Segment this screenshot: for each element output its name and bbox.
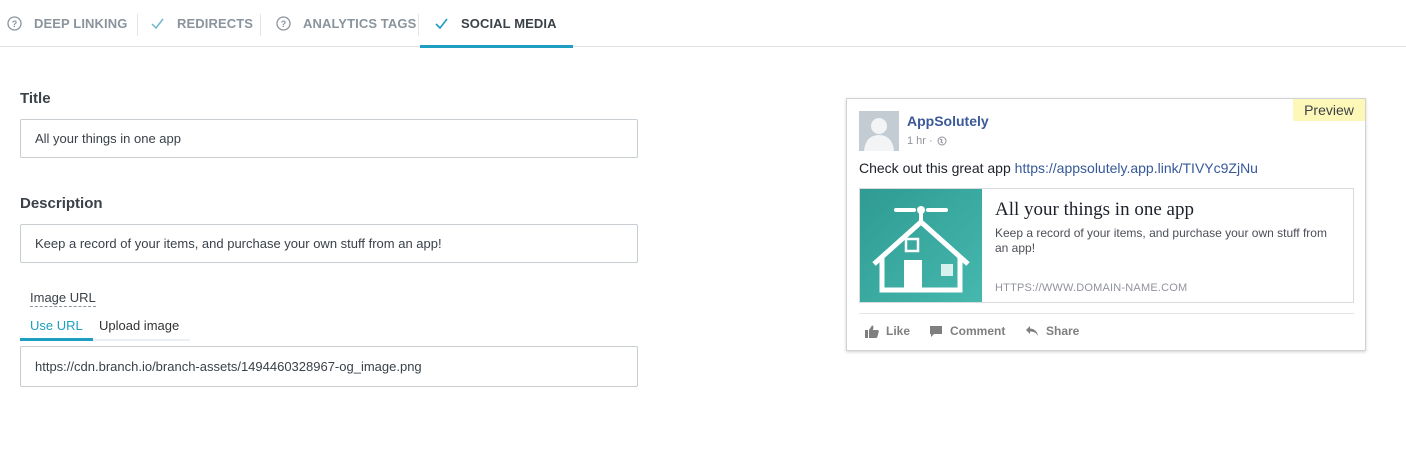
- like-button[interactable]: Like: [865, 324, 910, 338]
- house-icon: [860, 189, 982, 302]
- check-icon: [150, 16, 165, 31]
- svg-text:?: ?: [281, 19, 287, 29]
- tab-upload-image[interactable]: Upload image: [99, 318, 179, 333]
- link-thumbnail: [860, 189, 982, 302]
- social-preview-card: Preview AppSolutely 1 hr · Check out thi…: [846, 98, 1366, 351]
- link-preview[interactable]: All your things in one app Keep a record…: [859, 188, 1354, 303]
- image-source-tabs: Use URL Upload image: [20, 313, 190, 341]
- post-message: Check out this great app: [859, 160, 1011, 176]
- like-label: Like: [886, 324, 911, 338]
- tab-redirects[interactable]: REDIRECTS: [150, 0, 253, 47]
- tab-divider: [137, 14, 138, 36]
- tab-label: DEEP LINKING: [34, 16, 128, 31]
- avatar: [859, 111, 899, 151]
- tab-analytics-tags[interactable]: ? ANALYTICS TAGS: [276, 0, 416, 47]
- title-input[interactable]: All your things in one app: [20, 119, 638, 158]
- post-link[interactable]: https://appsolutely.app.link/TIVYc9ZjNu: [1015, 160, 1258, 176]
- image-url-label: Image URL: [30, 290, 96, 307]
- link-description: Keep a record of your items, and purchas…: [995, 226, 1327, 255]
- tab-bar: ? DEEP LINKING REDIRECTS ? ANALYTICS TAG…: [0, 0, 1406, 48]
- post-time: 1 hr ·: [907, 135, 933, 147]
- preview-badge: Preview: [1293, 99, 1365, 121]
- person-silhouette-icon: [859, 111, 899, 151]
- tab-divider: [260, 14, 261, 36]
- globe-icon: [937, 136, 947, 146]
- share-button[interactable]: Share: [1025, 324, 1079, 338]
- image-url-input[interactable]: https://cdn.branch.io/branch-assets/1494…: [20, 346, 638, 387]
- title-label: Title: [20, 90, 51, 107]
- help-circle-icon: ?: [276, 16, 291, 31]
- tab-label: REDIRECTS: [177, 16, 254, 31]
- thumbs-up-icon: [865, 325, 879, 338]
- tab-label: SOCIAL MEDIA: [461, 16, 557, 31]
- description-label: Description: [20, 195, 103, 212]
- comment-label: Comment: [950, 324, 1006, 338]
- page-name[interactable]: AppSolutely: [907, 113, 989, 129]
- description-input[interactable]: Keep a record of your items, and purchas…: [20, 224, 638, 263]
- comment-icon: [930, 325, 942, 337]
- divider: [859, 313, 1354, 314]
- svg-text:?: ?: [12, 19, 18, 29]
- tab-divider: [418, 14, 419, 36]
- tab-use-url[interactable]: Use URL: [20, 318, 93, 341]
- link-domain: HTTPS://WWW.DOMAIN-NAME.COM: [995, 282, 1188, 294]
- link-title: All your things in one app: [995, 199, 1194, 220]
- help-circle-icon: ?: [7, 16, 22, 31]
- share-icon: [1026, 326, 1038, 336]
- comment-button[interactable]: Comment: [929, 324, 1005, 338]
- check-icon: [434, 16, 449, 31]
- tab-social-media[interactable]: SOCIAL MEDIA: [420, 0, 573, 48]
- tab-deep-linking[interactable]: ? DEEP LINKING: [7, 0, 127, 47]
- post-meta: 1 hr ·: [907, 135, 947, 147]
- share-label: Share: [1046, 324, 1080, 338]
- post-text: Check out this great app https://appsolu…: [859, 160, 1258, 176]
- tab-label: ANALYTICS TAGS: [303, 16, 417, 31]
